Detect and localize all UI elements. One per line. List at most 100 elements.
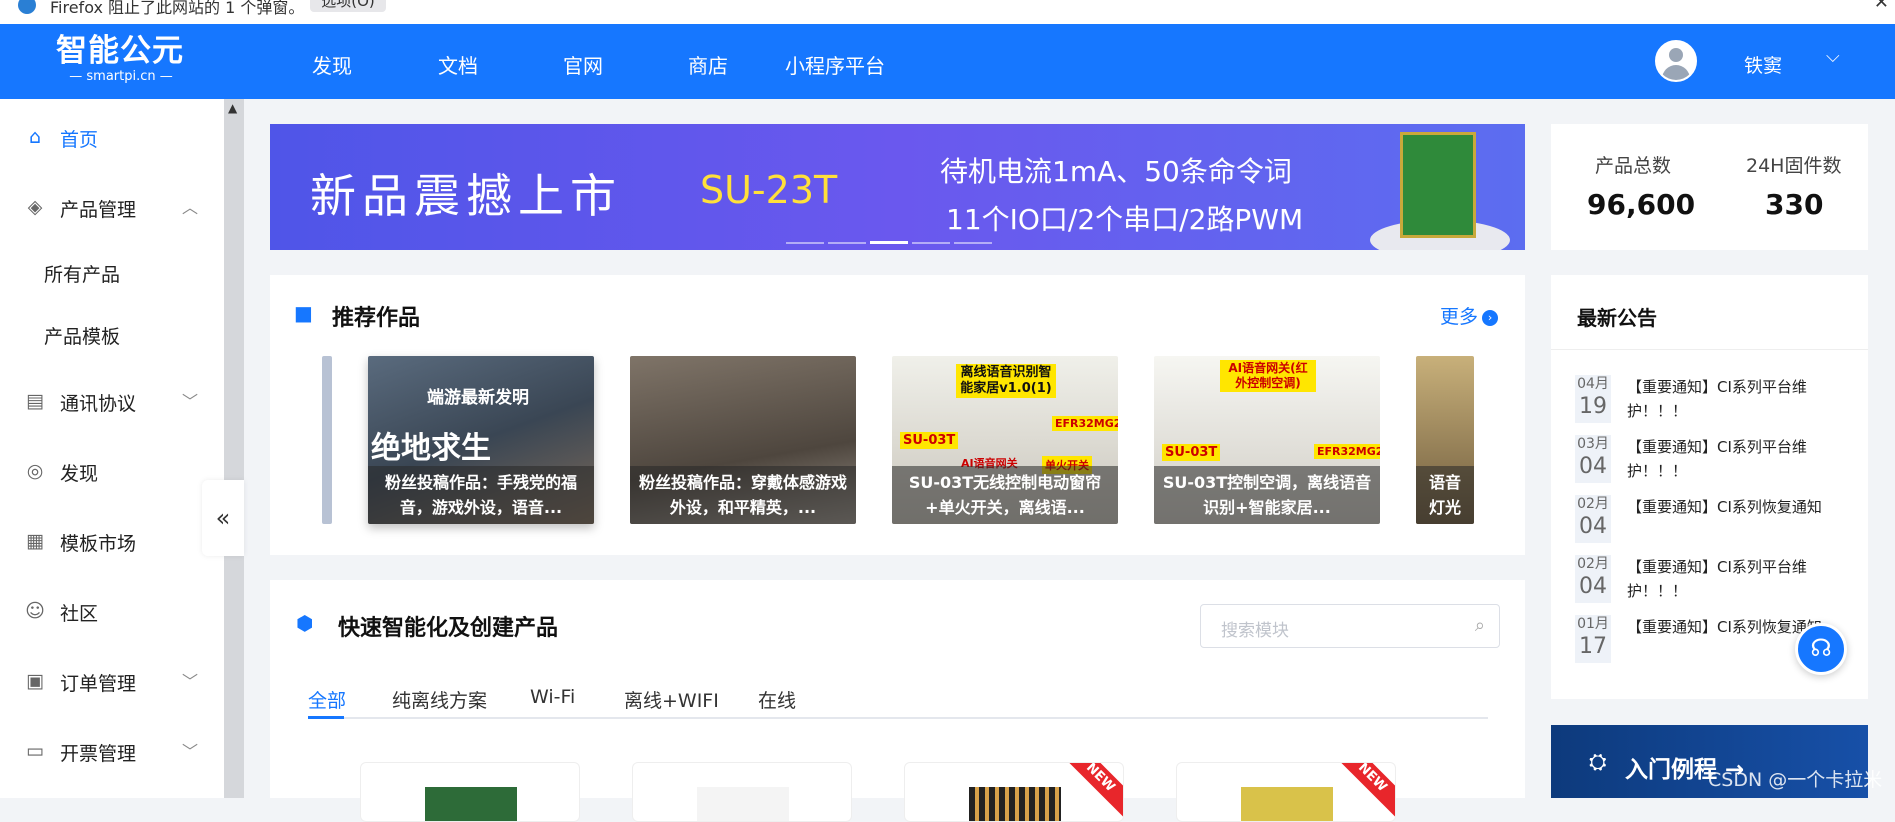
product-card[interactable] — [632, 762, 852, 822]
work-caption: SU-03T控制空调，离线语音识别+智能家居... — [1154, 466, 1380, 524]
tab-offline[interactable]: 纯离线方案 — [392, 686, 487, 713]
template-icon: ▦ — [26, 530, 44, 552]
sidebar-item-products[interactable]: ◈ 产品管理 ︿ — [0, 186, 224, 226]
announcement-item[interactable]: 02月 04 【重要通知】CI系列恢复通知 — [1575, 495, 1865, 547]
carousel-dots[interactable] — [786, 232, 996, 250]
quick-create-card: ⬢ 快速智能化及创建产品 搜索模块 ⌕ 全部 纯离线方案 Wi-Fi 离线+WI… — [270, 580, 1525, 822]
avatar[interactable] — [1655, 40, 1697, 82]
sidebar-item-home[interactable]: ⌂ 首页 — [0, 116, 224, 156]
banner-feature-2: 11个IO口/2个串口/2路PWM — [946, 203, 1304, 236]
sidebar-item-discover[interactable]: ◎ 发现 — [0, 450, 224, 490]
work-caption: 语音灯光 — [1416, 466, 1474, 524]
stat-label: 产品总数 — [1595, 155, 1672, 177]
arrow-right-icon: › — [1482, 310, 1499, 326]
sidebar-collapse-button[interactable]: « — [202, 480, 244, 556]
username[interactable]: 铁窦 — [1744, 51, 1782, 78]
sidebar: ⌂ 首页 ◈ 产品管理 ︿ 所有产品 产品模板 ▤ 通讯协议 ﹀ ◎ 发现 ▦ … — [0, 99, 224, 798]
home-icon: ⌂ — [28, 126, 42, 148]
stats-card: 产品总数 96,600 24H固件数 330 — [1551, 124, 1868, 250]
new-badge: NEW — [1060, 763, 1123, 818]
chevron-down-icon: ﹀ — [182, 742, 199, 761]
nav-link-miniprogram[interactable]: 小程序平台 — [785, 50, 885, 79]
module-search-input[interactable]: 搜索模块 ⌕ — [1200, 604, 1500, 648]
carousel-dot-active[interactable] — [870, 241, 908, 244]
smile-icon: ☺ — [25, 600, 45, 622]
layers-icon: ◈ — [27, 196, 43, 218]
work-caption: 粉丝投稿作品：穿戴体感游戏外设，和平精英，... — [630, 466, 856, 524]
headset-icon: ☊ — [1810, 634, 1832, 662]
nav-link-website[interactable]: 官网 — [563, 50, 603, 79]
nav-link-docs[interactable]: 文档 — [438, 50, 478, 79]
tab-online[interactable]: 在线 — [758, 686, 796, 713]
tab-wifi[interactable]: Wi-Fi — [530, 686, 575, 708]
work-caption: SU-03T无线控制电动窗帘+单火开关，离线语... — [892, 466, 1118, 524]
work-card[interactable]: 离线语音识别智能家居v1.0(1) SU-03T EFR32MG21 AI语音网… — [892, 356, 1118, 524]
invoice-icon: ▭ — [26, 740, 44, 762]
product-card[interactable]: NEW — [904, 762, 1124, 822]
carousel-dot[interactable] — [954, 241, 992, 244]
nav-link-discover[interactable]: 发现 — [312, 50, 352, 79]
tab-all[interactable]: 全部 — [308, 686, 346, 713]
protocol-icon: ▤ — [26, 390, 44, 412]
announcement-item[interactable]: 04月 19 【重要通知】CI系列平台维护！！！ — [1575, 375, 1865, 427]
stat-value: 330 — [1765, 188, 1824, 221]
scroll-up-icon[interactable]: ▲ — [228, 101, 237, 115]
banner-feature-1: 待机电流1mA、50条命令词 — [940, 155, 1292, 188]
recommended-works-card: ■ 推荐作品 更多 › 端游最新发明 绝地求生 粉丝投稿作品：手残党的福音，游戏外… — [270, 275, 1525, 555]
new-badge: NEW — [1332, 763, 1395, 818]
notification-message: Firefox 阻止了此网站的 1 个弹窗。 — [50, 0, 305, 17]
stat-label: 24H固件数 — [1746, 155, 1842, 177]
chevron-down-icon: ﹀ — [182, 672, 199, 691]
module-image — [1400, 132, 1476, 238]
cube-icon: ⬢ — [296, 611, 314, 635]
sidebar-item-community[interactable]: ☺ 社区 — [0, 590, 224, 630]
section-title: 快速智能化及创建产品 — [338, 616, 559, 641]
carousel-dot[interactable] — [786, 241, 824, 244]
customer-service-button[interactable]: ☊ — [1795, 623, 1847, 675]
stat-value: 96,600 — [1587, 188, 1696, 221]
search-icon[interactable]: ⌕ — [1475, 615, 1485, 636]
notification-options-button[interactable]: 选项(O) — [310, 0, 386, 12]
announcement-item[interactable]: 02月 04 【重要通知】CI系列平台维护！！！ — [1575, 555, 1865, 607]
chevron-up-icon: ︿ — [182, 198, 199, 217]
sidebar-item-orders[interactable]: ▣ 订单管理 ﹀ — [0, 660, 224, 700]
logo[interactable]: 智能公元 — smartpi.cn — — [56, 34, 186, 88]
info-icon — [18, 0, 36, 14]
chevron-down-icon[interactable]: ⌵ — [1826, 46, 1840, 67]
video-camera-icon: ■ — [294, 301, 313, 325]
carousel-dot[interactable] — [912, 241, 950, 244]
work-caption: 粉丝投稿作品：手残党的福音，游戏外设，语音... — [368, 466, 594, 524]
sidebar-item-invoices[interactable]: ▭ 开票管理 ﹀ — [0, 730, 224, 770]
work-card-partial[interactable] — [322, 356, 332, 524]
product-card[interactable]: NEW — [1176, 762, 1396, 822]
sidebar-subitem-product-templates[interactable]: 产品模板 — [44, 322, 120, 349]
sidebar-item-protocol[interactable]: ▤ 通讯协议 ﹀ — [0, 380, 224, 420]
carousel-dot[interactable] — [828, 241, 866, 244]
banner-headline: 新品震撼上市 — [310, 169, 622, 223]
announcement-item[interactable]: 03月 04 【重要通知】CI系列平台维护！！！ — [1575, 435, 1865, 487]
order-icon: ▣ — [26, 670, 44, 692]
work-card[interactable]: AI语音网关(红外控制空调) SU-03T EFR32MG21 SU-03T控制… — [1154, 356, 1380, 524]
close-icon[interactable]: ✕ — [1874, 0, 1889, 13]
popup-notification-bar: Firefox 阻止了此网站的 1 个弹窗。 选项(O) ✕ — [0, 0, 1895, 24]
tab-offline-wifi[interactable]: 离线+WIFI — [624, 686, 719, 713]
section-title: 最新公告 — [1577, 306, 1657, 330]
more-link[interactable]: 更多 › — [1440, 302, 1499, 329]
work-card[interactable]: 粉丝投稿作品：穿戴体感游戏外设，和平精英，... — [630, 356, 856, 524]
guide-icon: ⛭ — [1589, 750, 1607, 775]
section-title: 推荐作品 — [332, 306, 421, 331]
promo-banner[interactable]: 新品震撼上市 SU-23T 待机电流1mA、50条命令词 11个IO口/2个串口… — [270, 124, 1525, 250]
sidebar-scrollbar[interactable]: ▲ — [224, 99, 244, 798]
top-navbar: 智能公元 — smartpi.cn — 发现 文档 官网 商店 小程序平台 铁窦… — [0, 24, 1895, 99]
active-tab-indicator — [308, 716, 344, 719]
sidebar-item-template-market[interactable]: ▦ 模板市场 — [0, 520, 224, 560]
watermark: CSDN @一个卡拉米 — [1708, 769, 1883, 791]
sidebar-subitem-all-products[interactable]: 所有产品 — [44, 260, 120, 287]
chevron-down-icon: ﹀ — [182, 392, 199, 411]
banner-model: SU-23T — [700, 168, 838, 212]
compass-icon: ◎ — [26, 460, 44, 482]
nav-link-store[interactable]: 商店 — [688, 50, 728, 79]
work-card[interactable]: 端游最新发明 绝地求生 粉丝投稿作品：手残党的福音，游戏外设，语音... — [368, 356, 594, 524]
work-card-partial[interactable]: 语音灯光 — [1416, 356, 1474, 524]
product-card[interactable] — [360, 762, 580, 822]
